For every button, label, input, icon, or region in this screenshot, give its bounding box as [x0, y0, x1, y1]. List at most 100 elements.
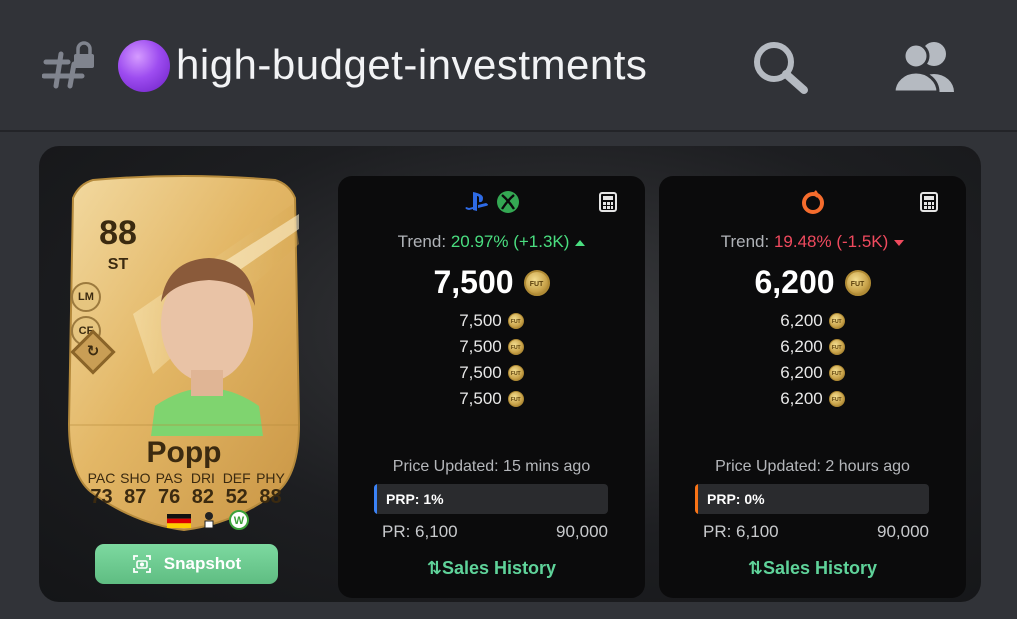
coin-icon: FUT: [844, 269, 871, 296]
pc-trend-label: Trend:: [720, 232, 770, 251]
coin-icon: FUT: [828, 365, 845, 381]
price-value: 6,200: [780, 311, 823, 330]
console-prp-label: PRP: 1%: [386, 491, 444, 507]
trend-up-icon: [575, 239, 586, 246]
search-icon[interactable]: [750, 38, 812, 94]
pc-prp-label: PRP: 0%: [707, 491, 765, 507]
price-value: 7,500: [459, 363, 502, 382]
snapshot-label: Snapshot: [163, 554, 242, 573]
stat-label-dri: DRI: [190, 470, 215, 486]
price-value: 7,500: [459, 389, 502, 408]
list-item: 7,500 FUT: [338, 334, 645, 360]
stat-value-pas: 76: [157, 486, 181, 508]
sort-arrows-icon: ⇅: [747, 558, 764, 578]
list-item: 6,200 FUT: [659, 386, 966, 412]
stat-value-phy: 88: [259, 486, 282, 508]
console-sales-history-link[interactable]: ⇅Sales History: [338, 558, 645, 579]
console-pr-max: 90,000: [556, 522, 608, 541]
stat-value-def: 52: [225, 486, 248, 508]
price-value: 7,500: [459, 311, 502, 330]
card-rating: 88: [99, 214, 137, 252]
members-icon[interactable]: [892, 40, 962, 92]
channel-header: high-budget-investments: [0, 0, 1017, 132]
stat-label-pac: PAC: [87, 470, 116, 486]
console-pr-min: PR: 6,100: [382, 522, 458, 541]
wolfsburg-club-icon: W: [229, 510, 249, 530]
console-price-updated: Price Updated: 15 mins ago: [392, 458, 591, 475]
pc-sales-history-label: Sales History: [763, 558, 878, 578]
pc-trend-value: 19.48% (-1.5K): [773, 232, 889, 251]
console-main-price-value: 7,500: [433, 264, 514, 300]
alt-position-lm: LM: [71, 282, 101, 312]
xbox-icon: [496, 191, 519, 213]
snapshot-camera-icon: [132, 555, 151, 573]
price-value: 6,200: [780, 389, 823, 408]
list-item: 7,500 FUT: [338, 308, 645, 334]
playstyle-icon: ↻: [86, 343, 100, 360]
player-card: 88 ST LM CF ↻ Popp PAC SHO PAS DRI DEF P…: [63, 174, 305, 532]
pc-prp-bar: PRP: 0%: [695, 484, 929, 514]
pc-price-updated: Price Updated: 2 hours ago: [715, 458, 910, 475]
console-price-range: PR: 6,100 90,000: [382, 522, 608, 542]
console-price-panel: Trend: 20.97% (+1.3K) 7,500 FUT 7,500 FUT…: [338, 176, 645, 598]
list-item: 6,200 FUT: [659, 308, 966, 334]
console-price-list: 7,500 FUT 7,500 FUT 7,500 FUT 7,500 FUT: [338, 308, 645, 412]
coin-icon: FUT: [507, 339, 524, 355]
pc-sales-history-link[interactable]: ⇅Sales History: [659, 558, 966, 579]
console-sales-history-label: Sales History: [442, 558, 557, 578]
stat-labels: PAC SHO PAS DRI DEF PHY: [85, 470, 287, 486]
coin-icon: FUT: [507, 391, 524, 407]
snapshot-button[interactable]: Snapshot: [95, 544, 278, 584]
calculator-icon[interactable]: [920, 192, 938, 212]
list-item: 6,200 FUT: [659, 360, 966, 386]
coin-icon: FUT: [507, 313, 524, 329]
console-trend: Trend: 20.97% (+1.3K): [338, 232, 645, 252]
origin-icon: [801, 190, 824, 214]
pc-trend: Trend: 19.48% (-1.5K): [659, 232, 966, 252]
console-prp-bar: PRP: 1%: [374, 484, 608, 514]
purple-circle-emoji: [118, 40, 170, 92]
germany-flag-icon: [167, 514, 191, 528]
stat-label-sho: SHO: [120, 470, 151, 486]
coin-icon: FUT: [828, 313, 845, 329]
price-value: 6,200: [780, 337, 823, 356]
stat-values: 73 87 76 82 52 88: [85, 486, 287, 509]
stat-value-dri: 82: [191, 486, 215, 508]
svg-text:W: W: [234, 515, 245, 527]
price-value: 7,500: [459, 337, 502, 356]
pc-main-price: 6,200 FUT: [659, 264, 966, 301]
coin-icon: FUT: [828, 339, 845, 355]
stat-value-sho: 87: [124, 486, 147, 508]
price-value: 6,200: [780, 363, 823, 382]
list-item: 6,200 FUT: [659, 334, 966, 360]
stat-label-def: DEF: [222, 470, 251, 486]
card-position: ST: [107, 256, 129, 273]
price-embed: 88 ST LM CF ↻ Popp PAC SHO PAS DRI DEF P…: [39, 146, 981, 602]
coin-icon: FUT: [507, 365, 524, 381]
sort-arrows-icon: ⇅: [426, 558, 443, 578]
trend-down-icon: [894, 239, 905, 246]
pc-pr-max: 90,000: [877, 522, 929, 541]
console-trend-label: Trend:: [397, 232, 447, 251]
pc-main-price-value: 6,200: [754, 264, 835, 300]
player-name: Popp: [146, 436, 222, 469]
console-trend-value: 20.97% (+1.3K): [450, 232, 570, 251]
locked-channel-hash-icon: [42, 41, 94, 89]
channel-name: high-budget-investments: [176, 41, 648, 88]
pc-pr-min: PR: 6,100: [703, 522, 779, 541]
pc-price-list: 6,200 FUT 6,200 FUT 6,200 FUT 6,200 FUT: [659, 308, 966, 412]
league-icon: [204, 512, 214, 529]
console-main-price: 7,500 FUT: [338, 264, 645, 301]
list-item: 7,500 FUT: [338, 386, 645, 412]
console-prp-fill: [374, 484, 377, 514]
pc-price-range: PR: 6,100 90,000: [703, 522, 929, 542]
coin-icon: FUT: [828, 391, 845, 407]
playstation-icon: [464, 192, 488, 211]
coin-icon: FUT: [523, 269, 550, 296]
pc-price-panel: Trend: 19.48% (-1.5K) 6,200 FUT 6,200 FUT…: [659, 176, 966, 598]
stat-label-phy: PHY: [256, 470, 285, 486]
stat-value-pac: 73: [90, 486, 113, 508]
calculator-icon[interactable]: [599, 192, 617, 212]
list-item: 7,500 FUT: [338, 360, 645, 386]
pc-prp-fill: [695, 484, 698, 514]
